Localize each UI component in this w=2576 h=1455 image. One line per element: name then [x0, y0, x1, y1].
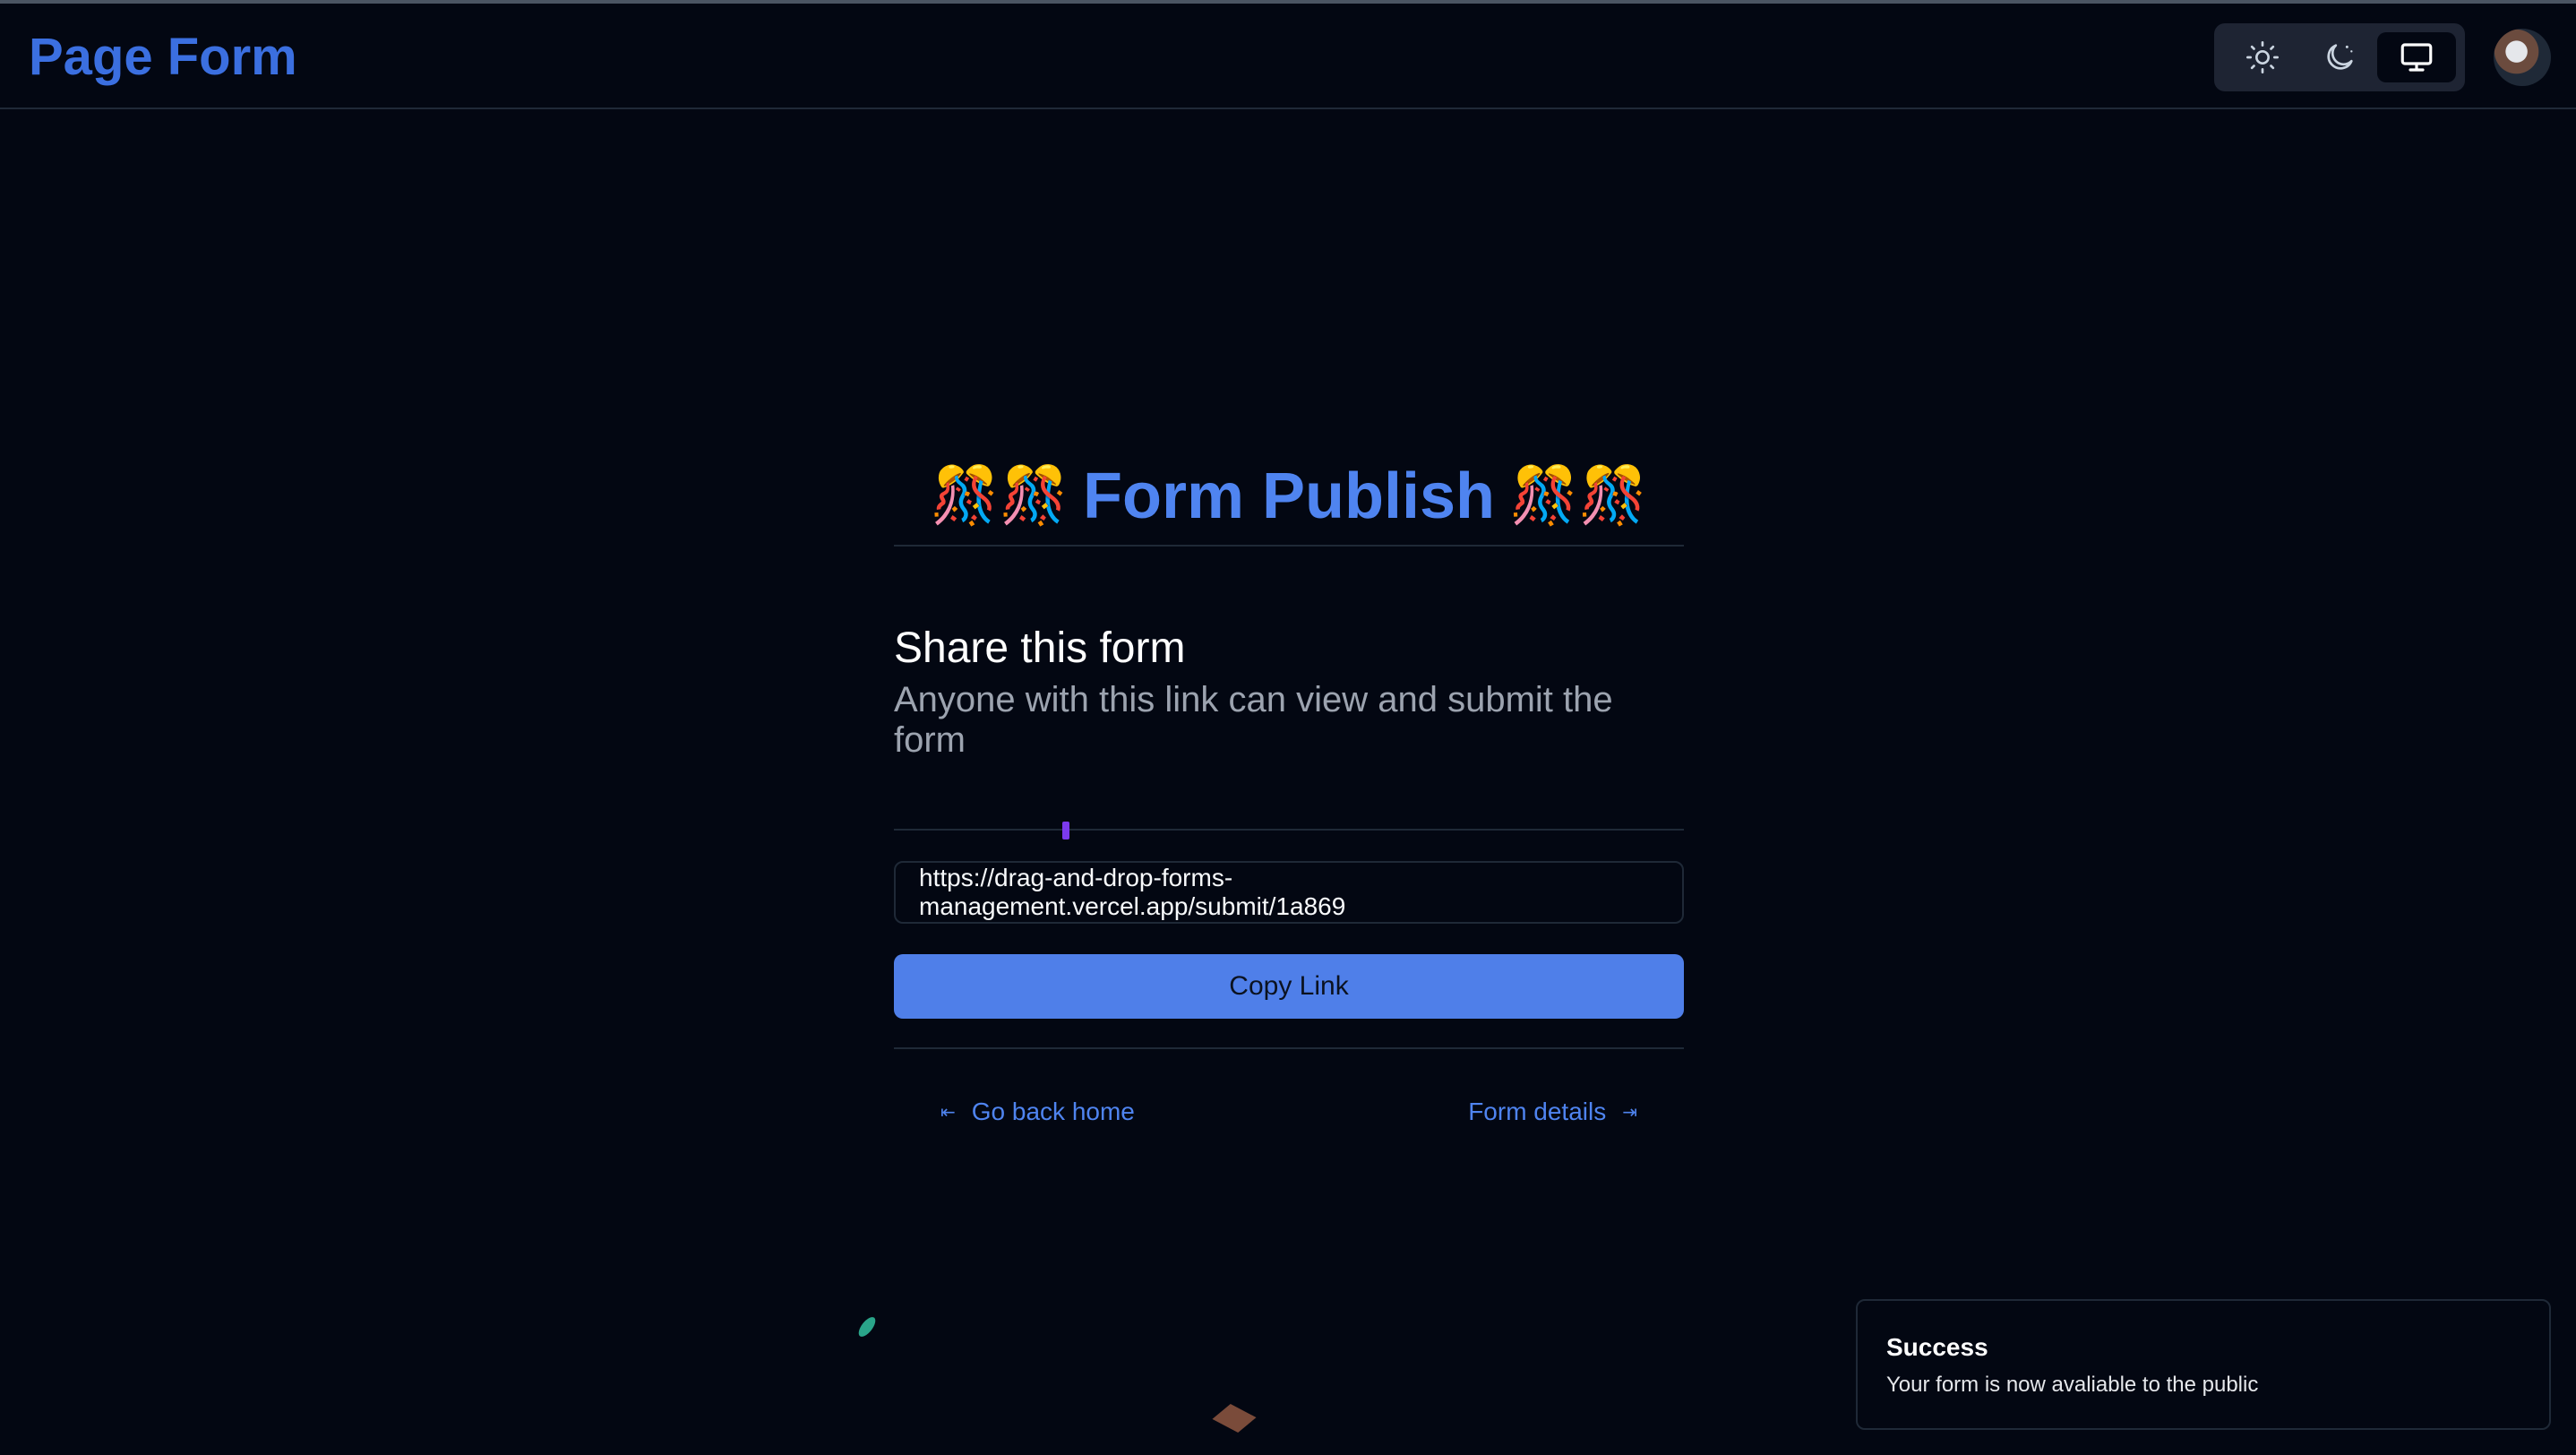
confetti-piece: [855, 1314, 879, 1339]
publish-card: 🎊🎊 Form Publish 🎊🎊 Share this form Anyon…: [894, 448, 1684, 1139]
toast-message: Your form is now avaliable to the public: [1886, 1373, 2259, 1397]
share-link-input[interactable]: https://drag-and-drop-forms-management.v…: [894, 861, 1684, 924]
app-logo[interactable]: Page Form: [29, 27, 297, 87]
go-back-home-link[interactable]: ⇤ Go back home: [924, 1085, 1135, 1139]
monitor-icon: [2400, 43, 2433, 72]
form-details-label: Form details: [1468, 1098, 1607, 1125]
share-description: Anyone with this link can view and submi…: [894, 680, 1613, 760]
arrow-right-to-line-icon: ⇥: [1622, 1102, 1637, 1123]
confetti-emoji-right: 🎊🎊: [1509, 465, 1648, 527]
confetti-piece: [1062, 822, 1069, 839]
moon-icon: [2327, 44, 2353, 70]
system-theme-button[interactable]: [2377, 32, 2456, 82]
confetti-piece: [1212, 1404, 1257, 1433]
go-back-home-label: Go back home: [971, 1098, 1135, 1125]
navigation-links: ⇤ Go back home Form details ⇥: [894, 1085, 1684, 1139]
confetti-emoji-left: 🎊🎊: [930, 465, 1069, 527]
divider: [894, 1047, 1684, 1049]
light-theme-button[interactable]: [2223, 32, 2302, 82]
success-toast[interactable]: Success Your form is now avaliable to th…: [1856, 1299, 2551, 1430]
divider: [894, 822, 1684, 839]
page-title-row: 🎊🎊 Form Publish 🎊🎊: [894, 448, 1684, 547]
navbar: Page Form: [0, 4, 2576, 109]
toast-title: Success: [1886, 1333, 1988, 1361]
theme-switcher: [2214, 23, 2465, 91]
page-title: Form Publish: [1082, 461, 1496, 532]
user-avatar[interactable]: [2494, 29, 2551, 86]
copy-link-button[interactable]: Copy Link: [894, 954, 1684, 1019]
share-heading: Share this form: [894, 624, 1186, 672]
arrow-left-to-line-icon: ⇤: [940, 1102, 956, 1123]
sun-icon: [2246, 41, 2279, 73]
form-details-link[interactable]: Form details ⇥: [1468, 1085, 1653, 1139]
dark-theme-button[interactable]: [2300, 32, 2379, 82]
